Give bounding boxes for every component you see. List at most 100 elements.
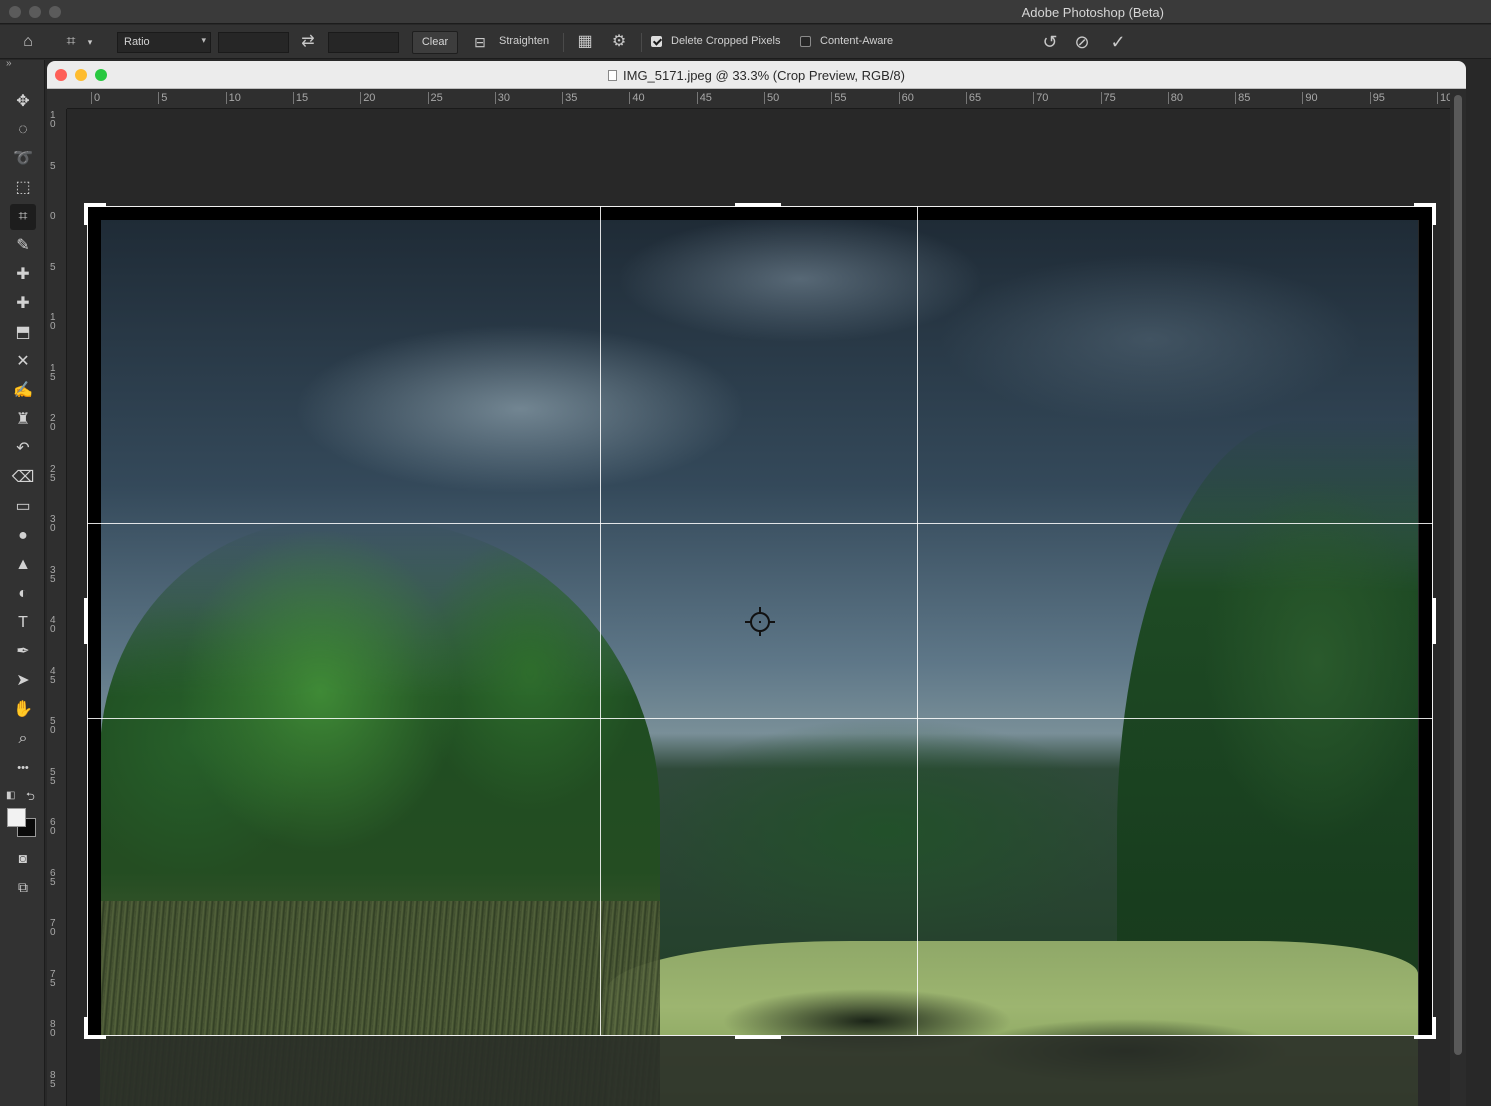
straighten-icon[interactable]: ⊟ xyxy=(469,31,491,53)
hand-tool-icon[interactable]: ✋ xyxy=(10,697,36,723)
ruler-tick-label: 30 xyxy=(494,92,510,104)
ruler-tick-label: 65 xyxy=(965,92,981,104)
swap-dimensions-icon[interactable]: ⇄ xyxy=(297,31,319,53)
path-select-tool-icon[interactable]: ➤ xyxy=(10,668,36,694)
pen-tool-icon[interactable]: ✒ xyxy=(10,639,36,665)
vertical-scrollbar[interactable] xyxy=(1450,89,1466,1106)
ruler-tick-label: 20 xyxy=(50,413,56,433)
tools-panel: » ✥ ◌ ➰ ⬚ ⌗ ✎ ✚ ✚ ⬒ ✕ ✍ ♜ ↶ ⌫ ▭ ● ▲ ◐ T ✒ ➤ ✋ ⌕ ••• ◧ ⮌ ◙ ⧉ xyxy=(0,58,45,1106)
ruler-tick-label: 25 xyxy=(427,92,443,104)
reset-icon[interactable]: ↺ xyxy=(1039,31,1061,53)
lasso-tool-icon[interactable]: ➰ xyxy=(10,146,36,172)
app-title: Adobe Photoshop (Beta) xyxy=(1021,5,1164,20)
crop-handle-top[interactable] xyxy=(735,203,781,207)
ruler-tick-label: 10 xyxy=(50,312,56,332)
ruler-tick-label: 0 xyxy=(50,211,56,222)
crop-height-field[interactable] xyxy=(328,32,399,53)
ruler-tick-label: 65 xyxy=(50,867,56,888)
dodge-tool-icon[interactable]: ◐ xyxy=(10,581,36,607)
horizontal-ruler[interactable]: 0510152025303540455055606570758085909510… xyxy=(67,89,1458,109)
ruler-tick-label: 5 xyxy=(158,92,167,104)
object-select-tool-icon[interactable]: ⬚ xyxy=(10,175,36,201)
content-aware-move-tool-icon[interactable]: ⬒ xyxy=(10,320,36,346)
eyedropper-tool-icon[interactable]: ✎ xyxy=(10,233,36,259)
quick-mask-icon[interactable]: ◙ xyxy=(10,845,36,871)
ruler-tick-label: 55 xyxy=(831,92,847,104)
red-eye-tool-icon[interactable]: ✕ xyxy=(10,349,36,375)
file-icon xyxy=(608,70,617,81)
ruler-tick-label: 75 xyxy=(1100,92,1116,104)
ruler-tick-label: 10 xyxy=(50,110,56,130)
delete-cropped-pixels-label: Delete Cropped Pixels xyxy=(671,35,781,47)
close-window-button[interactable] xyxy=(9,6,21,18)
crop-grid-line xyxy=(917,206,918,1036)
ruler-tick-label: 40 xyxy=(629,92,645,104)
gear-icon[interactable]: ⚙ xyxy=(608,31,630,53)
crop-handle-top-left[interactable] xyxy=(84,203,88,225)
ruler-tick-label: 70 xyxy=(1033,92,1048,104)
minimize-window-button[interactable] xyxy=(29,6,41,18)
crop-width-field[interactable] xyxy=(218,32,289,53)
foreground-color-swatch[interactable] xyxy=(7,808,26,827)
crop-handle-bottom[interactable] xyxy=(735,1035,781,1039)
zoom-tool-icon[interactable]: ⌕ xyxy=(10,726,36,752)
move-tool-icon[interactable]: ✥ xyxy=(10,89,36,115)
ruler-tick-label: 35 xyxy=(50,564,56,585)
brush-tool-icon[interactable]: ✍ xyxy=(10,378,36,404)
home-icon[interactable]: ⌂ xyxy=(17,31,39,53)
ruler-tick-label: 45 xyxy=(696,92,712,104)
ruler-tick-label: 75 xyxy=(50,968,56,989)
straighten-button[interactable]: Straighten xyxy=(499,35,549,47)
overlay-grid-icon[interactable]: ▦ xyxy=(574,31,596,53)
blur-tool-icon[interactable]: ● xyxy=(10,523,36,549)
delete-cropped-pixels-checkbox[interactable] xyxy=(651,36,662,47)
content-aware-checkbox[interactable] xyxy=(800,36,811,47)
chevron-down-icon[interactable]: ▾ xyxy=(84,31,96,53)
crop-tool-icon[interactable]: ⌗ xyxy=(10,204,36,230)
crop-ratio-select[interactable]: Ratio ▾ xyxy=(117,32,211,53)
zoom-window-button[interactable] xyxy=(49,6,61,18)
vertical-ruler[interactable]: 10 5 0 5 10 15 20 25 30 35 40 45 50 55 60 65 70 75 80 85 xyxy=(47,109,67,1106)
ruler-tick-label: 55 xyxy=(50,766,56,787)
eraser-tool-icon[interactable]: ⌫ xyxy=(10,465,36,491)
crop-tool-preset-icon[interactable]: ⌗ xyxy=(60,31,82,53)
marquee-tool-icon[interactable]: ◌ xyxy=(10,117,36,143)
type-tool-icon[interactable]: T xyxy=(10,610,36,636)
ruler-origin[interactable] xyxy=(47,89,67,109)
document-title: IMG_5171.jpeg @ 33.3% (Crop Preview, RGB… xyxy=(47,68,1466,83)
swap-colors-icon[interactable]: ⮌ xyxy=(26,788,35,807)
expand-panel-icon[interactable]: » xyxy=(6,58,12,69)
document-titlebar: IMG_5171.jpeg @ 33.3% (Crop Preview, RGB… xyxy=(47,61,1466,89)
sharpen-tool-icon[interactable]: ▲ xyxy=(10,552,36,578)
gradient-tool-icon[interactable]: ▭ xyxy=(10,494,36,520)
screen-mode-icon[interactable]: ⧉ xyxy=(10,874,36,900)
crop-grid-line xyxy=(600,206,601,1036)
ruler-tick-label: 95 xyxy=(1369,92,1385,104)
healing-brush-tool-icon[interactable]: ✚ xyxy=(10,262,36,288)
crop-handle-left[interactable] xyxy=(84,598,88,644)
crop-grid-line xyxy=(87,523,1433,524)
ruler-tick-label: 45 xyxy=(50,665,56,686)
clone-stamp-tool-icon[interactable]: ♜ xyxy=(10,407,36,433)
ruler-tick-label: 5 xyxy=(50,160,56,172)
ruler-tick-label: 60 xyxy=(50,817,56,837)
patch-tool-icon[interactable]: ✚ xyxy=(10,291,36,317)
cancel-icon[interactable]: ⊘ xyxy=(1071,31,1093,53)
ruler-tick-label: 40 xyxy=(50,615,56,635)
crop-handle-top-right[interactable] xyxy=(1432,203,1436,225)
more-tools-icon[interactable]: ••• xyxy=(10,755,36,781)
ruler-tick-label: 20 xyxy=(360,92,375,104)
crop-handle-bottom-left[interactable] xyxy=(84,1017,88,1039)
ruler-tick-label: 30 xyxy=(50,514,56,534)
crop-handle-right[interactable] xyxy=(1432,598,1436,644)
crop-handle-bottom-right[interactable] xyxy=(1432,1017,1436,1039)
scrollbar-thumb[interactable] xyxy=(1454,95,1462,1055)
history-brush-tool-icon[interactable]: ↶ xyxy=(10,436,36,462)
clear-button[interactable]: Clear xyxy=(412,31,458,54)
content-aware-label: Content-Aware xyxy=(820,35,894,47)
crop-ratio-value: Ratio xyxy=(124,36,150,48)
divider xyxy=(641,33,642,52)
commit-check-icon[interactable]: ✓ xyxy=(1107,31,1129,53)
default-colors-icon[interactable]: ◧ xyxy=(6,790,15,801)
crop-grid-line xyxy=(87,718,1433,719)
